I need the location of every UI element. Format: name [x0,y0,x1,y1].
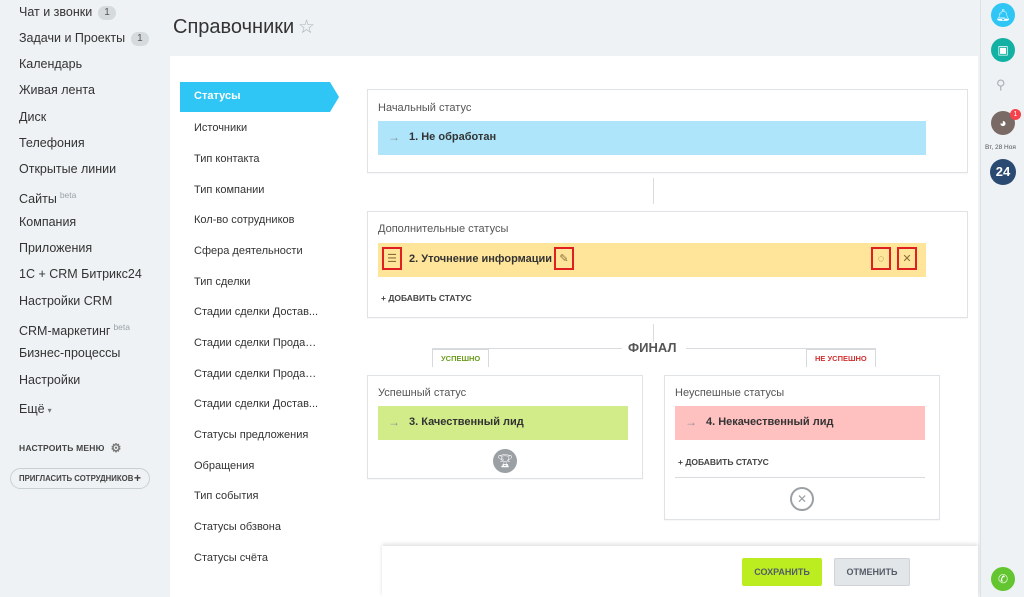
cancel-circle-icon: ✕ [790,487,814,511]
counter-badge: 1 [98,6,116,20]
sidebar-item-tasks[interactable]: Задачи и Проекты 1 [19,28,149,48]
edit-pencil-icon[interactable]: ✎ [554,247,574,270]
status-name: 3. Качественный лид [409,416,524,428]
submenu-item[interactable]: Статусы обзвона [194,521,319,533]
color-picker-icon[interactable]: ◌ [871,247,891,270]
submenu-item[interactable]: Статусы предложения [194,429,319,441]
search-icon[interactable]: ⚲ [996,77,1006,93]
success-tab: УСПЕШНО [432,349,490,367]
status-row-success[interactable]: → 3. Качественный лид [378,406,628,440]
submenu-item[interactable]: Кол-во сотрудников [194,214,319,226]
beta-badge: beta [113,322,130,332]
beta-badge: beta [59,190,77,200]
sidebar-item-label: Чат и звонки [19,5,93,19]
arrow-right-icon: → [685,415,697,429]
submenu-item[interactable]: Стадии сделки Продаж... [194,368,319,380]
chat-icon[interactable]: ▣ [991,38,1015,62]
success-status-card: Успешный статус → 3. Качественный лид 🏆︎ [367,375,643,479]
delete-icon[interactable]: ✕ [897,247,917,270]
submenu-item[interactable]: Источники [194,122,319,134]
status-name: 4. Некачественный лид [706,416,834,428]
sidebar-item-sites[interactable]: Сайты beta [19,185,77,206]
sidebar-item-1c-crm[interactable]: 1С + CRM Битрикс24 [19,264,142,284]
sidebar-item-label: Сайты [19,192,57,206]
sidebar-item-label: Ещё [19,402,45,416]
fail-tab: НЕ УСПЕШНО [806,349,876,367]
status-row-initial[interactable]: → 1. Не обработан [378,121,926,155]
sidebar-item-company[interactable]: Компания [19,212,76,232]
sidebar-item-label: CRM-маркетинг [19,324,111,338]
sidebar-item-more[interactable]: Ещё ▾ [19,399,52,419]
star-icon[interactable]: ☆ [298,16,315,39]
bell-icon[interactable]: 🔔︎ [991,3,1015,27]
submenu-item[interactable]: Тип события [194,490,319,502]
gear-icon: ⚙ [110,441,122,455]
sidebar-item-feed[interactable]: Живая лента [19,80,95,100]
divider-line [675,477,925,478]
sidebar-item-apps[interactable]: Приложения [19,238,92,258]
configure-menu-button[interactable]: НАСТРОИТЬ МЕНЮ ⚙ [19,441,122,455]
sidebar-item-crm-marketing[interactable]: CRM-маркетинг beta [19,317,130,338]
card-title: Неуспешные статусы [675,387,785,399]
card-title: Успешный статус [378,387,467,399]
status-name: 1. Не обработан [409,131,497,143]
page-title: Справочники [173,16,295,38]
configure-menu-label: НАСТРОИТЬ МЕНЮ [19,443,105,453]
status-name: 2. Уточнение информации [409,253,553,265]
sidebar-item-calendar[interactable]: Календарь [19,54,82,74]
sidebar-item-crm-settings[interactable]: Настройки CRM [19,291,112,311]
submenu-item[interactable]: Статусы счёта [194,552,319,564]
submenu-item[interactable]: Тип компании [194,184,319,196]
left-sidebar: Чат и звонки 1 Задачи и Проекты 1 Календар… [0,0,170,597]
initial-status-card: Начальный статус → 1. Не обработан [367,89,968,173]
active-pointer [330,82,339,112]
submenu-item[interactable]: Тип сделки [194,276,319,288]
submenu-active-label: Статусы [194,90,241,102]
submenu-item[interactable]: Обращения [194,460,319,472]
sidebar-item-telephony[interactable]: Телефония [19,133,85,153]
card-title: Начальный статус [378,102,472,114]
counter-badge: 1 [131,32,149,46]
sidebar-item-settings[interactable]: Настройки [19,370,80,390]
add-fail-status-button[interactable]: + ДОБАВИТЬ СТАТУС [678,457,769,467]
invite-label: ПРИГЛАСИТЬ СОТРУДНИКОВ [19,474,134,483]
arrow-right-icon: → [388,415,400,429]
submenu-item[interactable]: Стадии сделки Продаж... [194,337,319,349]
submenu-item[interactable]: Стадии сделки Достав... [194,306,319,318]
plus-icon: + [133,471,141,485]
status-row-fail[interactable]: → 4. Некачественный лид [675,406,925,440]
sidebar-item-chat[interactable]: Чат и звонки 1 [19,2,116,22]
arrow-right-icon: → [388,130,400,144]
connector-line [653,178,654,204]
date-label: Вт, 28 Ноя [985,144,1016,151]
invite-employees-button[interactable]: ПРИГЛАСИТЬ СОТРУДНИКОВ + [10,468,150,489]
sidebar-item-label: Задачи и Проекты [19,31,126,45]
add-status-button[interactable]: + ДОБАВИТЬ СТАТУС [381,293,472,303]
trophy-icon: 🏆︎ [493,449,517,473]
fail-status-card: Неуспешные статусы → 4. Некачественный л… [664,375,940,520]
chevron-down-icon: ▾ [47,406,52,415]
sidebar-item-business-processes[interactable]: Бизнес-процессы [19,343,120,363]
submenu-item[interactable]: Стадии сделки Достав... [194,398,319,410]
submenu-item[interactable]: Тип контакта [194,153,319,165]
cancel-button[interactable]: ОТМЕНИТЬ [834,558,910,586]
phone-icon[interactable]: ✆ [991,567,1015,591]
drag-handle-icon[interactable]: ☰ [382,247,402,270]
bitrix24-logo[interactable]: 24 [990,159,1016,185]
sidebar-item-disk[interactable]: Диск [19,107,46,127]
save-button[interactable]: СОХРАНИТЬ [742,558,822,586]
sidebar-item-open-lines[interactable]: Открытые линии [19,159,116,179]
card-title: Дополнительные статусы [378,223,509,235]
submenu-item[interactable]: Сфера деятельности [194,245,319,257]
final-section-label: ФИНАЛ [628,340,677,355]
notification-badge: 1 [1010,109,1021,120]
